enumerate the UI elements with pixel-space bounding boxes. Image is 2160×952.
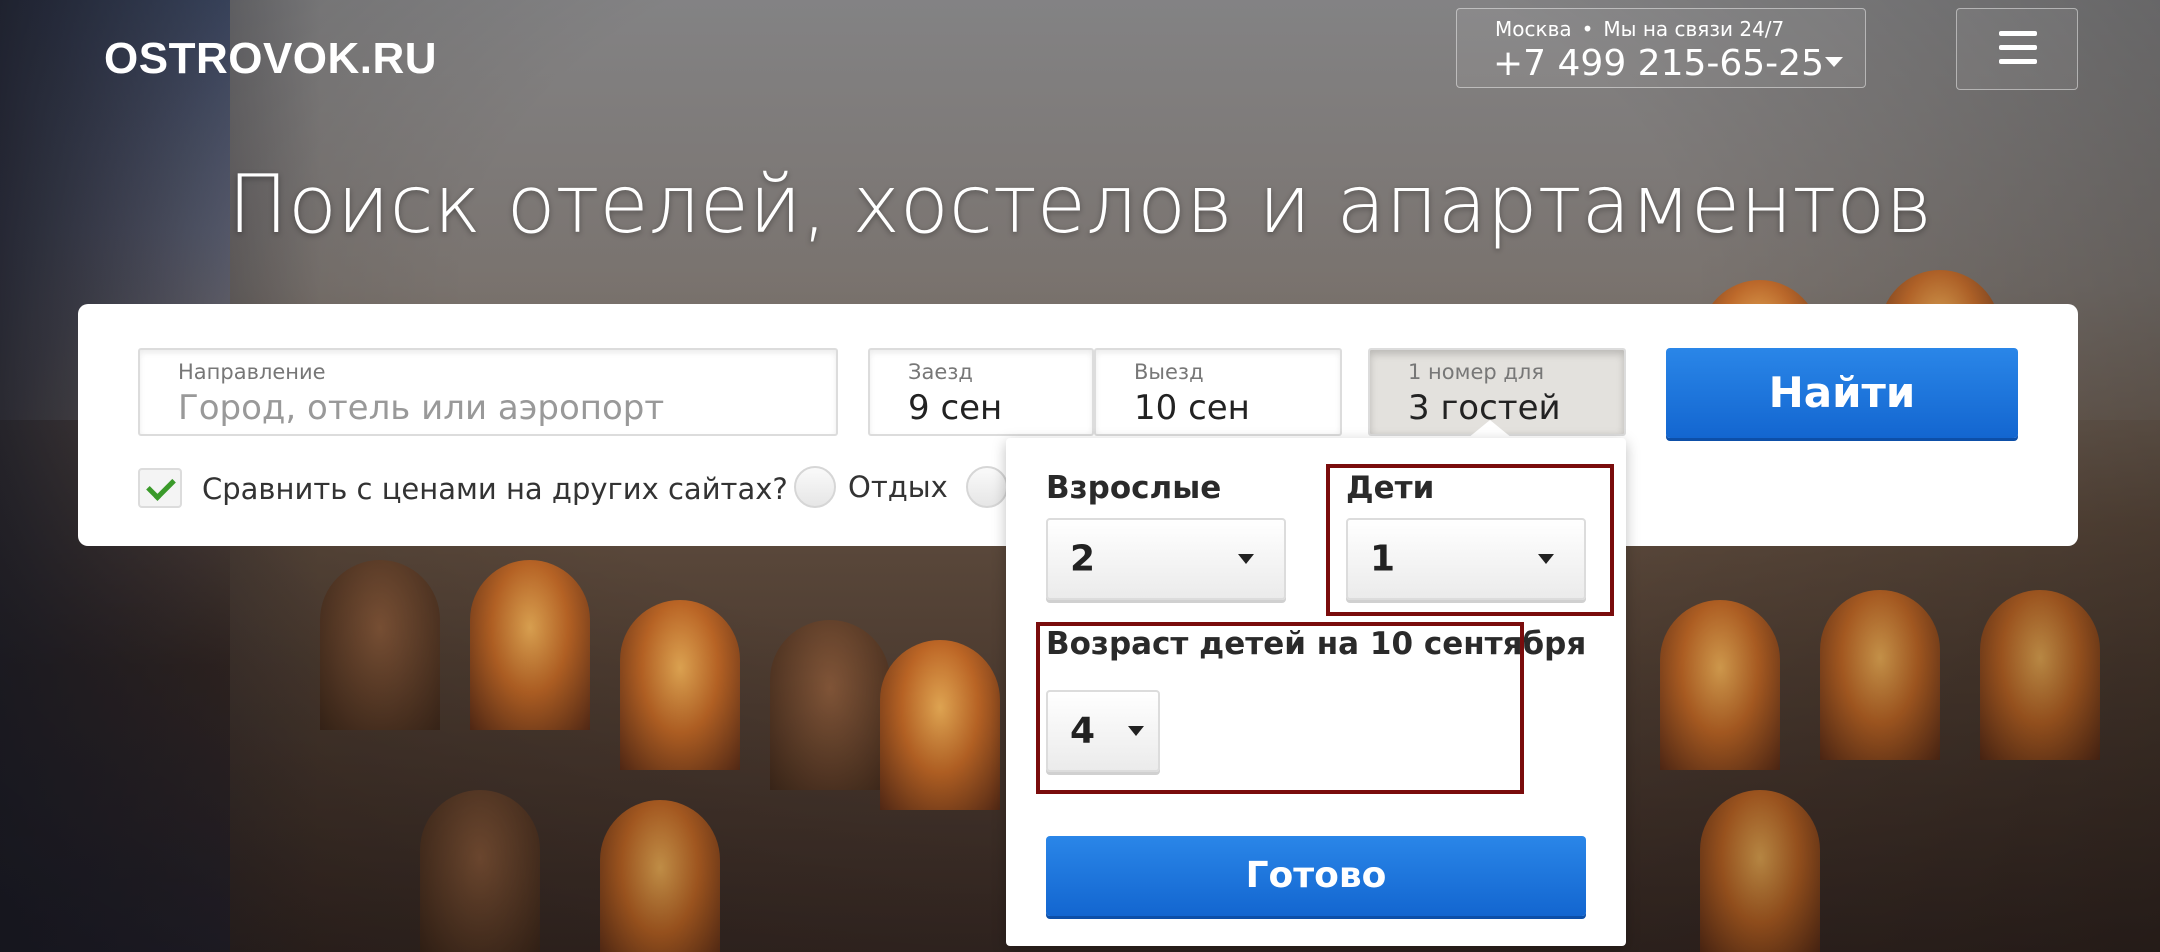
guests-label: 1 номер для [1408, 360, 1544, 384]
chevron-down-icon[interactable] [1825, 57, 1843, 67]
destination-label: Направление [178, 360, 326, 384]
contact-dropdown[interactable]: Москва • Мы на связи 24/7 +7 499 215-65-25 [1456, 8, 1866, 88]
checkout-field[interactable]: Выезд 10 сен [1094, 348, 1342, 436]
done-button[interactable]: Готово [1046, 836, 1586, 916]
contact-info: Москва • Мы на связи 24/7 [1495, 17, 1784, 41]
page-title: Поиск отелей, хостелов и апартаментов [227, 158, 1933, 251]
adults-select[interactable]: 2 [1046, 518, 1286, 600]
compare-prices-label[interactable]: Сравнить с ценами на других сайтах? [202, 472, 788, 506]
hamburger-menu-button[interactable] [1956, 8, 2078, 90]
city-label: Москва [1495, 17, 1572, 41]
separator: • [1581, 17, 1594, 41]
menu-icon-bar [1999, 59, 2037, 64]
destination-input[interactable] [178, 388, 798, 428]
checkin-field[interactable]: Заезд 9 сен [868, 348, 1094, 436]
checkin-value: 9 сен [908, 388, 1003, 428]
logo[interactable]: OSTROVOK.RU [104, 34, 437, 84]
adults-label: Взрослые [1046, 470, 1222, 506]
popup-pointer [1468, 420, 1512, 438]
checkout-value: 10 сен [1134, 388, 1250, 428]
adults-value: 2 [1070, 538, 1096, 580]
trip-type-radio-business[interactable] [966, 466, 1008, 508]
support-label: Мы на связи 24/7 [1603, 17, 1785, 41]
menu-icon-bar [1999, 45, 2037, 50]
find-button[interactable]: Найти [1666, 348, 2018, 438]
highlight-box-children-age [1036, 622, 1524, 794]
compare-prices-checkbox[interactable] [138, 468, 182, 508]
trip-type-radio-leisure[interactable] [794, 466, 836, 508]
phone-number[interactable]: +7 499 215-65-25 [1493, 43, 1824, 84]
highlight-box-children [1326, 464, 1614, 616]
trip-type-leisure-label[interactable]: Отдых [848, 470, 948, 504]
destination-field[interactable]: Направление [138, 348, 838, 436]
checkout-label: Выезд [1134, 360, 1204, 384]
chevron-down-icon [1238, 554, 1254, 564]
menu-icon-bar [1999, 31, 2037, 36]
checkin-label: Заезд [908, 360, 973, 384]
